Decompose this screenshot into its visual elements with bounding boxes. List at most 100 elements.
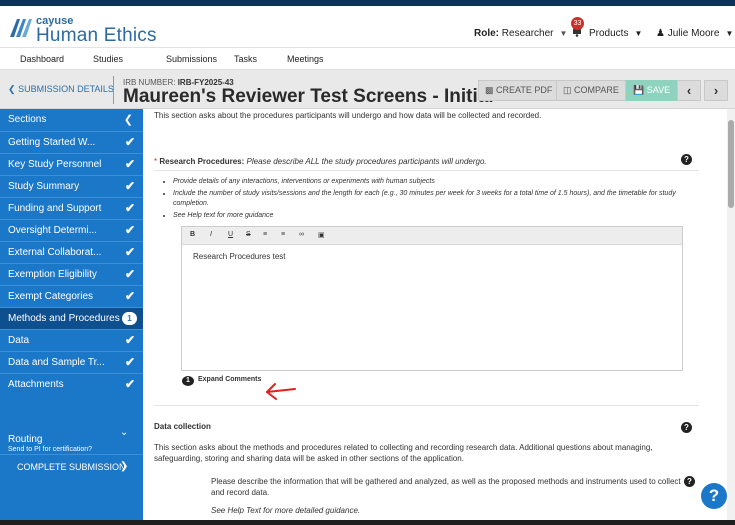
- products-menu[interactable]: Products ▼: [589, 28, 642, 39]
- list-item: Include the number of study visits/sessi…: [173, 189, 693, 209]
- sidebar-item-methods-and-procedures[interactable]: Methods and Procedures 1: [0, 307, 143, 329]
- checkmark-icon: ✔: [124, 333, 135, 347]
- chevron-down-icon: ▼: [559, 29, 568, 38]
- rp-desc: Please describe ALL the study procedures…: [246, 157, 487, 166]
- sidebar-item-exemption-eligibility[interactable]: Exemption Eligibility ✔: [0, 263, 143, 285]
- sidebar-item-external-collaborators[interactable]: External Collaborat... ✔: [0, 241, 143, 263]
- sections-heading[interactable]: Sections ❮: [0, 109, 143, 131]
- products-label: Products: [589, 28, 629, 39]
- sidebar-item-label: Oversight Determi...: [8, 225, 97, 236]
- create-pdf-label: CREATE PDF: [496, 85, 553, 95]
- sidebar-item-label: Data and Sample Tr...: [8, 357, 105, 368]
- routing-label: Routing: [8, 434, 43, 445]
- chevron-down-icon: ▼: [634, 29, 643, 38]
- bold-icon[interactable]: B: [190, 231, 195, 238]
- expand-comments-link[interactable]: Expand Comments: [198, 376, 261, 383]
- editor-toolbar: B I U S ≡ ≡ ∞ ▣: [182, 227, 682, 245]
- underline-icon[interactable]: U: [228, 231, 233, 238]
- checkmark-icon: ✔: [124, 135, 135, 149]
- editor-text[interactable]: Research Procedures test: [193, 252, 286, 261]
- link-icon[interactable]: ∞: [299, 231, 304, 238]
- sidebar-item-data-and-sample-transfer[interactable]: Data and Sample Tr... ✔: [0, 351, 143, 373]
- chevron-down-icon[interactable]: ⌄: [120, 427, 128, 438]
- scrollbar-thumb[interactable]: [728, 120, 734, 208]
- submission-header: ❮ SUBMISSION DETAILS IRB NUMBER: IRB-FY2…: [0, 70, 735, 109]
- sidebar-item-exempt-categories[interactable]: Exempt Categories ✔: [0, 285, 143, 307]
- sidebar-item-label: Exemption Eligibility: [8, 269, 97, 280]
- pdf-icon: ▩: [485, 85, 494, 95]
- research-procedures-editor[interactable]: B I U S ≡ ≡ ∞ ▣ Research Procedures test: [181, 226, 683, 371]
- sidebar-item-attachments[interactable]: Attachments ✔: [0, 373, 143, 395]
- chevron-right-icon: ❯: [120, 461, 129, 472]
- complete-submission-label: COMPLETE SUBMISSION: [17, 462, 126, 472]
- complete-submission-button[interactable]: COMPLETE SUBMISSION ❯: [0, 454, 143, 478]
- nav-dashboard[interactable]: Dashboard: [20, 54, 64, 64]
- save-label: SAVE: [646, 85, 671, 95]
- page-title: Maureen's Reviewer Test Screens - Initia…: [123, 86, 494, 107]
- bulleted-list-icon[interactable]: ≡: [263, 231, 267, 238]
- user-menu[interactable]: ♟ Julie Moore ▼: [656, 28, 733, 39]
- image-icon[interactable]: ▣: [318, 231, 325, 239]
- sidebar-item-label: Getting Started W...: [8, 137, 96, 148]
- nav-submissions[interactable]: Submissions: [166, 54, 217, 64]
- sidebar-item-label: Attachments: [8, 379, 64, 390]
- help-icon[interactable]: ?: [681, 422, 692, 433]
- create-pdf-button[interactable]: ▩ CREATE PDF: [478, 80, 560, 101]
- sidebar-item-label: Methods and Procedures: [8, 313, 120, 324]
- submission-details-back-button[interactable]: ❮ SUBMISSION DETAILS: [8, 84, 114, 95]
- rp-label-bold: Research Procedures:: [159, 157, 245, 166]
- italic-icon[interactable]: I: [210, 231, 212, 238]
- user-name: Julie Moore: [667, 28, 720, 39]
- chevron-down-icon: ▼: [725, 29, 734, 38]
- chevron-left-icon: ❮: [8, 84, 16, 94]
- research-procedures-label: * Research Procedures: Please describe A…: [154, 157, 487, 166]
- header-divider: [113, 76, 114, 104]
- checkmark-icon: ✔: [124, 201, 135, 215]
- chevron-left-icon: ❮: [123, 114, 133, 126]
- routing-section[interactable]: Routing Send to PI for certification?: [8, 434, 92, 453]
- divider: [154, 405, 699, 406]
- section-intro: This section asks about the procedures p…: [154, 111, 542, 120]
- sidebar-item-label: External Collaborat...: [8, 247, 102, 258]
- compare-icon: ◫: [563, 85, 572, 95]
- nav-tasks[interactable]: Tasks: [234, 54, 257, 64]
- save-icon: 💾: [633, 85, 645, 95]
- help-icon[interactable]: ?: [684, 476, 695, 487]
- back-label: SUBMISSION DETAILS: [18, 84, 114, 94]
- checkmark-icon: ✔: [124, 267, 135, 281]
- comment-icon[interactable]: 1: [182, 376, 194, 386]
- checkmark-icon: ✔: [124, 355, 135, 369]
- sections-heading-label: Sections: [8, 114, 47, 125]
- data-collection-question: Please describe the information that wil…: [211, 477, 681, 497]
- sidebar-item-getting-started[interactable]: Getting Started W... ✔: [0, 131, 143, 153]
- strikethrough-icon[interactable]: S: [246, 231, 251, 238]
- sidebar-item-label: Key Study Personnel: [8, 159, 102, 170]
- nav-meetings[interactable]: Meetings: [287, 54, 324, 64]
- next-button[interactable]: ›: [704, 80, 728, 101]
- data-collection-description: This section asks about the methods and …: [154, 443, 653, 463]
- compare-button[interactable]: ◫ COMPARE: [556, 80, 626, 101]
- red-arrow-annotation-icon: [266, 383, 296, 400]
- sidebar-item-label: Funding and Support: [8, 203, 102, 214]
- sidebar-item-study-summary[interactable]: Study Summary ✔: [0, 175, 143, 197]
- user-icon: ♟: [656, 28, 665, 39]
- help-button[interactable]: ?: [701, 483, 727, 509]
- checkmark-icon: ✔: [124, 377, 135, 391]
- role-selector[interactable]: Role: Researcher ▼: [474, 28, 567, 39]
- sidebar-item-data[interactable]: Data ✔: [0, 329, 143, 351]
- notification-badge[interactable]: 33: [571, 17, 584, 30]
- checkmark-icon: ✔: [124, 289, 135, 303]
- sidebar-item-key-study-personnel[interactable]: Key Study Personnel ✔: [0, 153, 143, 175]
- sidebar-item-oversight[interactable]: Oversight Determi... ✔: [0, 219, 143, 241]
- brand-product: Human Ethics: [36, 25, 157, 46]
- list-item: Provide details of any interactions, int…: [173, 177, 693, 187]
- help-icon[interactable]: ?: [681, 154, 692, 165]
- save-button[interactable]: 💾 SAVE: [626, 80, 678, 101]
- sidebar-item-funding[interactable]: Funding and Support ✔: [0, 197, 143, 219]
- numbered-list-icon[interactable]: ≡: [281, 231, 285, 238]
- cayuse-logo-icon: [10, 19, 32, 37]
- nav-studies[interactable]: Studies: [93, 54, 123, 64]
- main-content: This section asks about the procedures p…: [143, 109, 727, 525]
- role-value: Researcher: [501, 28, 554, 39]
- previous-button[interactable]: ‹: [677, 80, 701, 101]
